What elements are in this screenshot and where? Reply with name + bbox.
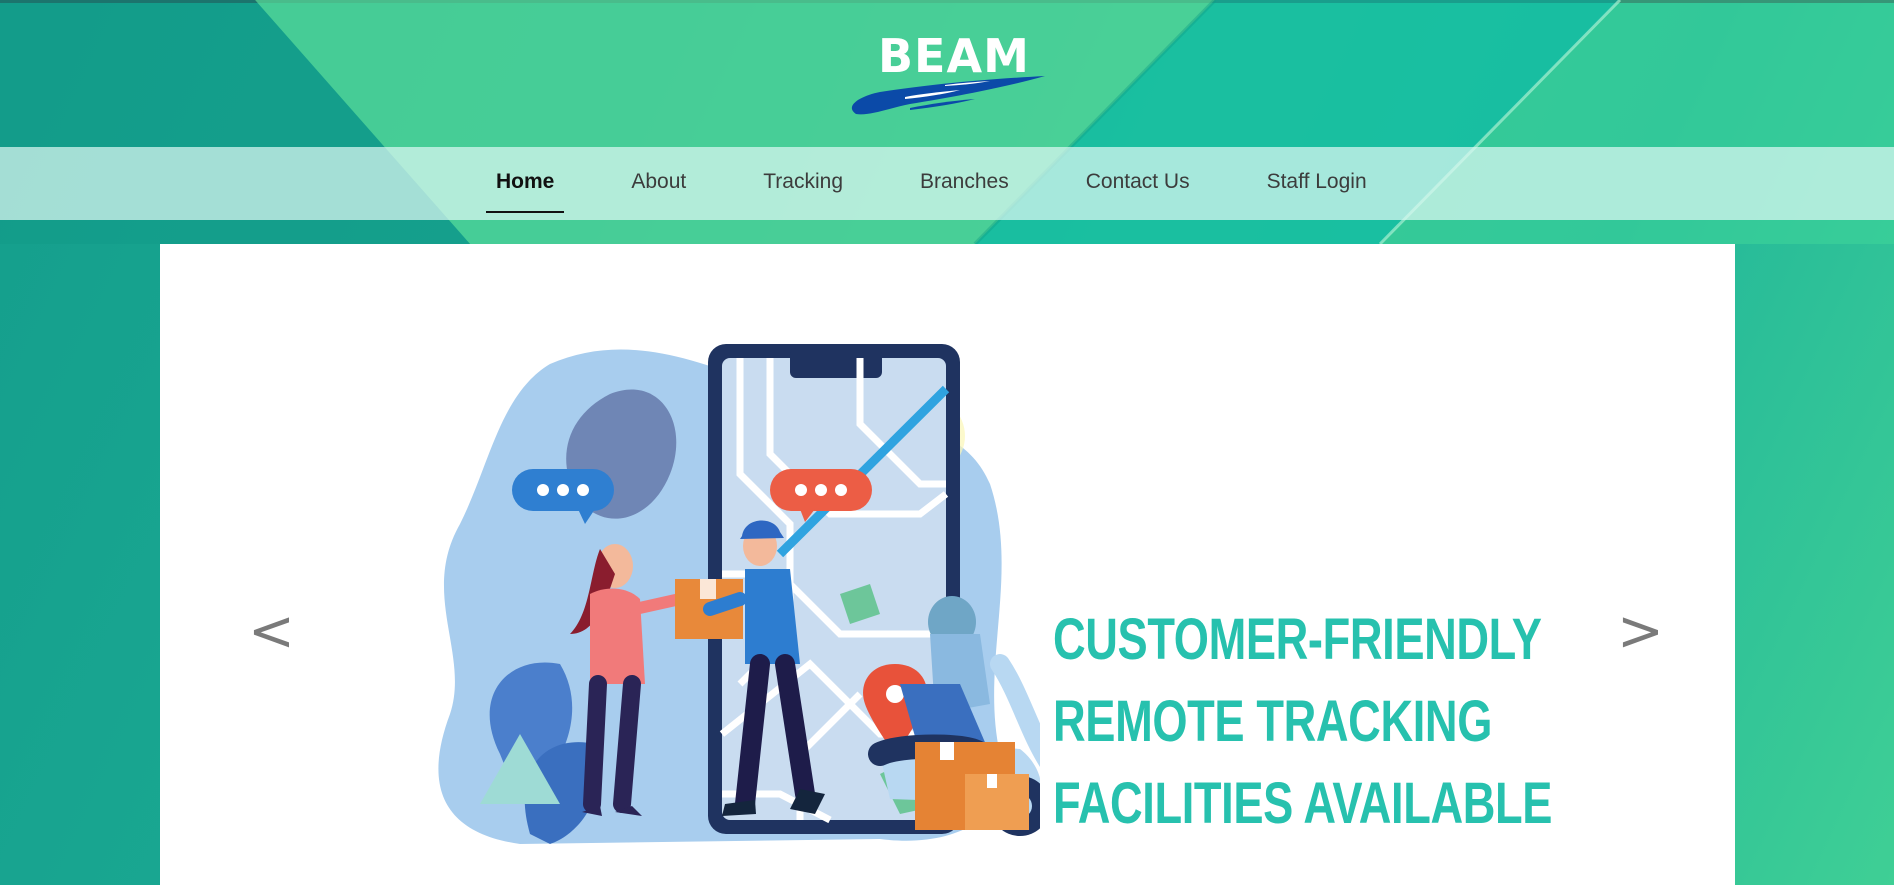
hero-slider: < > CUSTOMER-FRIENDLY REMOTE TRACKING FA… [160,244,1735,885]
nav-staff-login[interactable]: Staff Login [1267,147,1367,220]
nav-about[interactable]: About [631,147,686,220]
nav-branches[interactable]: Branches [920,147,1009,220]
delivery-illustration [438,344,1040,844]
nav-contact-us[interactable]: Contact Us [1086,147,1190,220]
headline-line-2: REMOTE TRACKING [1053,689,1493,754]
headline-line-1: CUSTOMER-FRIENDLY [1053,607,1542,672]
main-navigation: Home About Tracking Branches Contact Us … [0,147,1894,220]
headline-line-3: FACILITIES AVAILABLE [1053,771,1553,836]
nav-home[interactable]: Home [485,147,565,220]
slider-prev-button[interactable]: < [248,604,295,660]
logo-swoosh-icon [851,76,1045,115]
slider-next-button[interactable]: > [1617,604,1664,660]
hero-headline: CUSTOMER-FRIENDLY REMOTE TRACKING FACILI… [1053,599,1553,845]
nav-tracking[interactable]: Tracking [763,147,843,220]
beam-logo[interactable]: BEAM [850,30,1050,130]
